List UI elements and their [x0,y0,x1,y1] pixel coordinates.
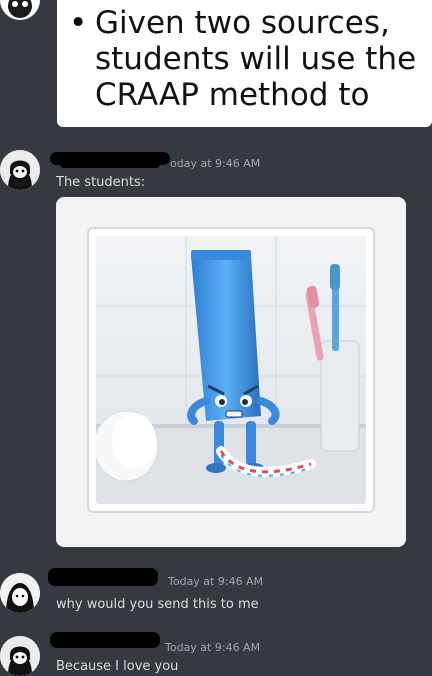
chat-window: • Given two sources, students will use t… [0,0,432,676]
message-text: why would you send this to me [56,597,259,612]
user-avatar-icon [0,150,40,190]
angry-toothpaste-tube-icon [96,236,366,504]
image-attachment[interactable] [56,197,406,547]
message-timestamp: oday at 9:46 AM [170,157,261,170]
redacted-username-scribble [60,160,160,168]
avatar[interactable] [0,150,40,190]
redacted-username [50,632,160,648]
message-text: Because I love you [56,659,179,674]
redacted-username [48,568,158,586]
avatar[interactable] [0,636,40,676]
slide-image-attachment[interactable]: • Given two sources, students will use t… [57,0,432,127]
user-avatar-icon [0,573,40,613]
message-text: The students: [56,175,146,190]
image-frame [87,227,375,513]
message-timestamp: Today at 9:46 AM [165,641,261,654]
user-avatar-icon [0,636,40,676]
avatar[interactable] [0,573,40,613]
slide-bullet: • [69,5,88,41]
slide-text: Given two sources, students will use the… [95,5,417,113]
avatar[interactable] [0,0,40,20]
message-timestamp: Today at 9:46 AM [168,575,264,588]
